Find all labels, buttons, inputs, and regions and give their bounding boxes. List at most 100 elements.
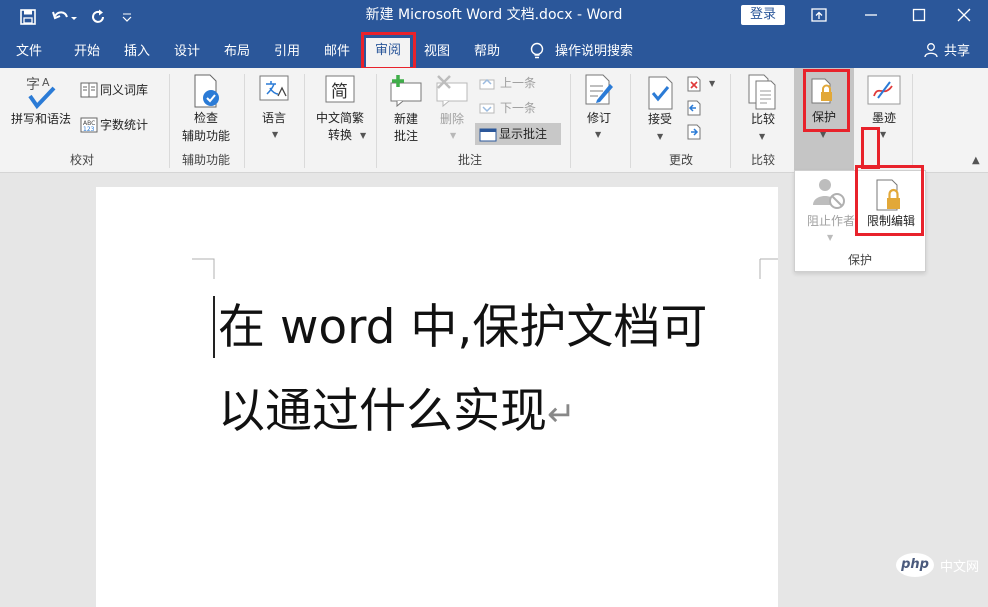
next-comment-icon[interactable]: [479, 101, 497, 120]
text-cursor: [213, 296, 215, 358]
tab-layout[interactable]: 布局: [221, 42, 253, 62]
tab-insert[interactable]: 插入: [121, 42, 153, 62]
ribbon-tabs: 文件 开始 插入 设计 布局 引用 邮件 审阅 视图 帮助 操作说明搜索 共享: [0, 34, 988, 68]
share-button[interactable]: 共享: [941, 42, 973, 62]
spelling-icon[interactable]: 字A: [24, 74, 58, 114]
tab-mailings[interactable]: 邮件: [321, 42, 353, 62]
chinese-conversion-icon[interactable]: 简: [324, 74, 356, 110]
reject-icon[interactable]: [686, 76, 702, 96]
track-changes-button[interactable]: 修订: [580, 110, 618, 126]
previous-change-icon[interactable]: [686, 100, 702, 120]
thesaurus-button[interactable]: 同义词库: [100, 82, 148, 98]
block-authors-button[interactable]: 阻止作者: [801, 213, 861, 229]
login-button[interactable]: 登录: [741, 5, 785, 25]
new-comment-icon[interactable]: [388, 74, 424, 112]
tab-view[interactable]: 视图: [421, 42, 453, 62]
chevron-down-icon[interactable]: ▼: [657, 132, 663, 141]
chevron-down-icon[interactable]: ▼: [827, 233, 833, 242]
tab-home[interactable]: 开始: [71, 42, 103, 62]
document-line-2-text: 以通过什么实现: [218, 384, 547, 439]
chinese-conversion-line1[interactable]: 中文简繁: [310, 110, 370, 126]
thesaurus-icon[interactable]: [80, 82, 98, 102]
delete-comment-button[interactable]: 删除: [434, 111, 470, 127]
protect-icon[interactable]: [810, 78, 836, 108]
chevron-down-icon[interactable]: ▼: [595, 130, 601, 139]
chevron-down-icon[interactable]: ▼: [880, 130, 886, 139]
accept-icon[interactable]: [646, 76, 676, 114]
language-button[interactable]: 语言: [258, 110, 290, 126]
minimize-icon[interactable]: [849, 0, 893, 30]
maximize-icon[interactable]: [897, 0, 941, 30]
separator: [630, 74, 631, 168]
restrict-editing-icon[interactable]: [875, 179, 905, 215]
previous-comment-button[interactable]: 上一条: [500, 75, 536, 91]
track-changes-icon[interactable]: [583, 74, 615, 112]
show-comments-icon: [479, 127, 497, 146]
undo-icon[interactable]: [48, 0, 80, 34]
svg-text:字: 字: [26, 77, 40, 93]
show-comments-button[interactable]: 显示批注: [475, 123, 561, 145]
title-bar: 新建 Microsoft Word 文档.docx - Word 登录: [0, 0, 988, 34]
watermark-logo: php 中文网: [896, 551, 979, 579]
accessibility-check-icon[interactable]: [192, 74, 224, 114]
accessibility-check-line1[interactable]: 检查: [176, 110, 236, 126]
show-comments-label: 显示批注: [499, 127, 548, 141]
close-icon[interactable]: [942, 0, 986, 30]
word-count-button[interactable]: 字数统计: [100, 117, 148, 133]
block-authors-icon[interactable]: [811, 175, 847, 215]
compare-group-label: 比较: [750, 153, 775, 167]
chevron-down-icon[interactable]: ▼: [820, 130, 826, 139]
separator: [169, 74, 170, 168]
separator: [244, 74, 245, 168]
ink-icon[interactable]: [866, 74, 902, 112]
next-comment-button[interactable]: 下一条: [500, 100, 536, 116]
previous-comment-icon[interactable]: [479, 76, 497, 95]
share-icon[interactable]: [922, 42, 940, 62]
chevron-down-icon[interactable]: ▼: [272, 130, 278, 139]
svg-text:A: A: [42, 76, 50, 89]
restrict-editing-button[interactable]: 限制编辑: [861, 213, 921, 229]
tab-references[interactable]: 引用: [271, 42, 303, 62]
protect-group-label: 保护: [847, 253, 872, 267]
compare-button[interactable]: 比较: [742, 111, 784, 127]
separator: [570, 74, 571, 168]
tab-review[interactable]: 审阅: [366, 38, 410, 68]
watermark-badge: php: [896, 553, 934, 577]
document-body[interactable]: 在 word 中,保护文档可 以通过什么实现↵: [218, 286, 778, 457]
chevron-down-icon[interactable]: ▼: [450, 131, 456, 140]
paragraph-mark: ↵: [547, 394, 576, 435]
chevron-down-icon[interactable]: ▼: [709, 79, 715, 88]
spelling-button[interactable]: 拼写和语法: [6, 111, 76, 127]
tab-help[interactable]: 帮助: [471, 42, 503, 62]
accessibility-group-label: 辅助功能: [181, 153, 230, 167]
ink-button[interactable]: 墨迹: [863, 110, 905, 126]
compare-icon[interactable]: [747, 74, 779, 114]
tab-file[interactable]: 文件: [14, 42, 44, 62]
chevron-down-icon[interactable]: ▼: [360, 131, 366, 140]
chevron-down-icon[interactable]: ▼: [759, 132, 765, 141]
protect-dropdown: 阻止作者 ▼ 限制编辑 保护: [794, 170, 926, 272]
save-icon[interactable]: [16, 0, 40, 34]
redo-icon[interactable]: [88, 0, 110, 34]
watermark-text: 中文网: [940, 559, 980, 575]
accept-button[interactable]: 接受: [640, 111, 680, 127]
word-count-icon[interactable]: ABC 123: [80, 117, 98, 137]
ribbon-display-icon[interactable]: [797, 0, 841, 30]
accessibility-check-line2[interactable]: 辅助功能: [176, 128, 236, 144]
tab-design[interactable]: 设计: [171, 42, 203, 62]
simplified-glyph: 简: [331, 82, 348, 102]
new-comment-line2[interactable]: 批注: [386, 128, 426, 144]
lightbulb-icon[interactable]: [527, 42, 547, 62]
new-comment-line1[interactable]: 新建: [386, 111, 426, 127]
collapse-ribbon-icon[interactable]: ▲: [972, 155, 980, 166]
tell-me-search[interactable]: 操作说明搜索: [555, 42, 641, 62]
separator: [304, 74, 305, 168]
protect-button[interactable]: 保护: [802, 109, 846, 125]
customize-icon[interactable]: [118, 0, 136, 34]
next-change-icon[interactable]: [686, 124, 702, 144]
svg-text:123: 123: [83, 126, 95, 133]
changes-group-label: 更改: [668, 153, 693, 167]
language-icon[interactable]: [258, 74, 290, 110]
separator: [376, 74, 377, 168]
delete-comment-icon[interactable]: [434, 74, 470, 112]
